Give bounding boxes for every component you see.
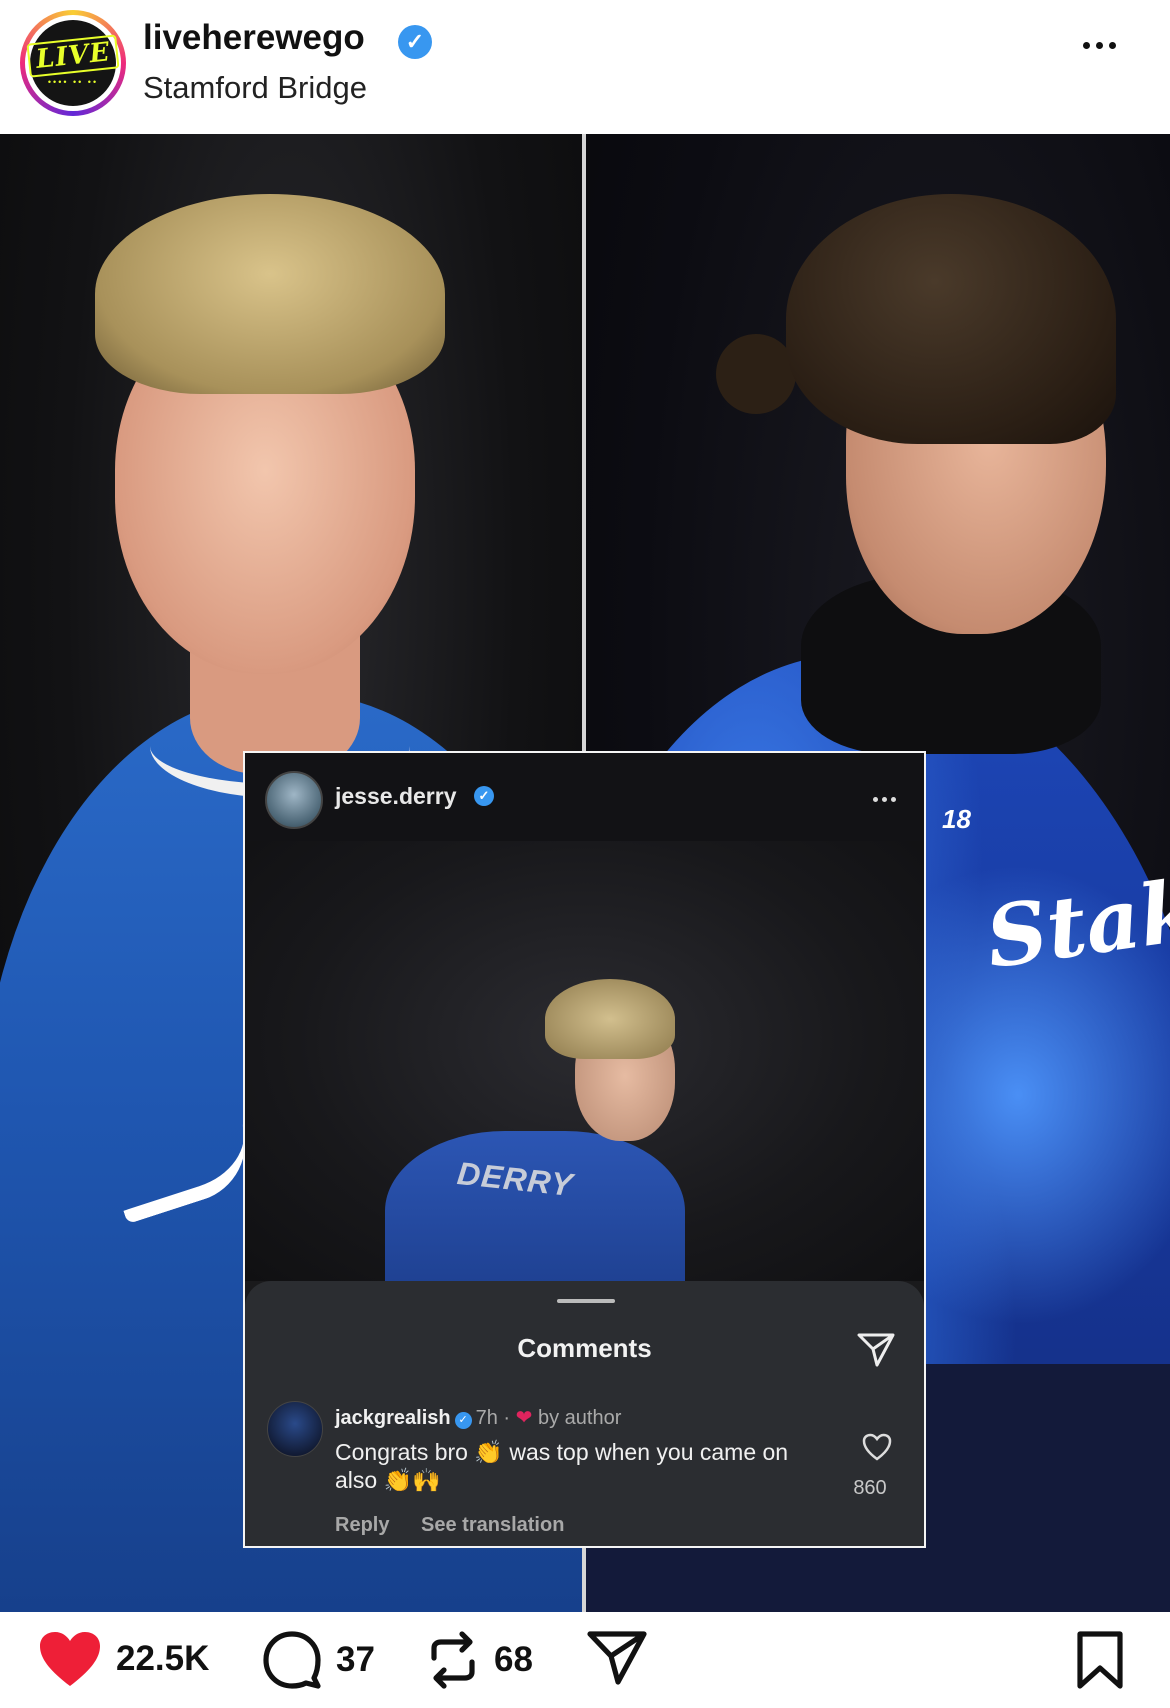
comment-like-count: 860 bbox=[853, 1477, 887, 1499]
comment-verified-icon: ✓ bbox=[454, 1412, 472, 1429]
repost-count: 68 bbox=[494, 1640, 533, 1679]
send-icon bbox=[587, 1631, 647, 1685]
post-header: LIVE •••• •• •• liveherewego ✓ Stamford … bbox=[0, 0, 1170, 134]
heart-filled-icon bbox=[40, 1632, 100, 1686]
embedded-username: jesse.derry bbox=[335, 783, 457, 809]
like-count: 22.5K bbox=[116, 1639, 210, 1678]
save-button[interactable] bbox=[1076, 1630, 1124, 1690]
embedded-post-screenshot: jesse.derry ✓ DERRY Comments jackgrealis… bbox=[243, 751, 926, 1548]
avatar-logo-subtext: •••• •• •• bbox=[47, 77, 99, 87]
verified-badge-icon: ✓ bbox=[398, 25, 432, 59]
embedded-verified-icon: ✓ bbox=[474, 786, 494, 806]
post-image[interactable]: 18 Stak jesse.derry ✓ DERRY Comments jac… bbox=[0, 134, 1170, 1612]
comment-actions: Reply See translation bbox=[335, 1514, 590, 1537]
repost-icon bbox=[431, 1631, 475, 1689]
bookmark-icon bbox=[1077, 1631, 1123, 1689]
like-button[interactable]: 22.5K bbox=[38, 1630, 209, 1688]
embedded-avatar bbox=[265, 771, 323, 829]
comment-like-heart-icon bbox=[862, 1433, 892, 1466]
embedded-more-icon bbox=[871, 789, 898, 807]
comments-title: Comments bbox=[517, 1333, 652, 1363]
comment-author-flag: by author bbox=[537, 1407, 622, 1429]
post-action-bar: 22.5K 37 68 bbox=[0, 1612, 1170, 1708]
embedded-post-header: jesse.derry ✓ bbox=[245, 753, 924, 841]
shirt-number: 18 bbox=[942, 804, 971, 834]
post-username[interactable]: liveherewego bbox=[143, 18, 365, 58]
comment-button[interactable]: 37 bbox=[262, 1630, 375, 1690]
avatar-logo-text: LIVE bbox=[26, 34, 120, 78]
comment-bubble-icon bbox=[263, 1631, 321, 1689]
comment-meta: jackgrealish ✓ 7h · ❤ by author bbox=[335, 1407, 622, 1429]
comment-username: jackgrealish bbox=[335, 1407, 451, 1429]
comment-text: Congrats bro 👏 was top when you came on … bbox=[335, 1439, 789, 1493]
profile-avatar[interactable]: LIVE •••• •• •• bbox=[20, 10, 126, 116]
see-translation-link: See translation bbox=[421, 1514, 565, 1536]
post-location[interactable]: Stamford Bridge bbox=[143, 70, 367, 106]
comment-count: 37 bbox=[336, 1640, 375, 1679]
author-heart-icon: ❤ bbox=[515, 1407, 533, 1429]
sheet-drag-handle bbox=[557, 1299, 615, 1303]
repost-button[interactable]: 68 bbox=[426, 1630, 533, 1690]
more-options-icon[interactable] bbox=[1080, 36, 1140, 76]
comments-sheet: Comments jackgrealish ✓ 7h · ❤ by author C… bbox=[245, 1281, 924, 1546]
comment-avatar bbox=[267, 1401, 323, 1457]
comment-time: 7h bbox=[475, 1407, 498, 1429]
reply-link: Reply bbox=[335, 1514, 390, 1536]
embedded-player-photo: DERRY bbox=[245, 841, 924, 1281]
share-button[interactable] bbox=[586, 1630, 648, 1686]
share-icon bbox=[857, 1333, 895, 1372]
